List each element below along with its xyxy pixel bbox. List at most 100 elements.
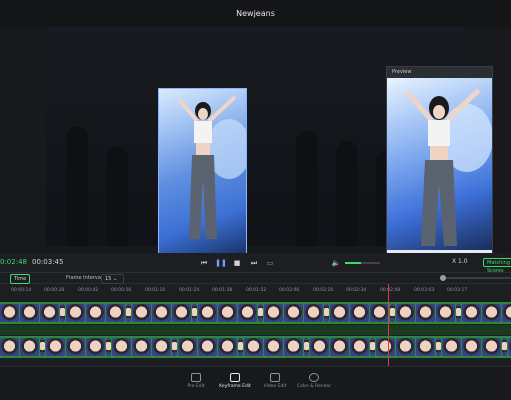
preview-dancer-image: [387, 88, 492, 267]
keyframe-thumbnail[interactable]: [0, 338, 19, 356]
keyframe-thumbnail[interactable]: [462, 338, 481, 356]
keyframe-thumbnail[interactable]: [284, 338, 303, 356]
previous-frame-icon[interactable]: ⏮: [199, 258, 209, 268]
matching-scores-button[interactable]: Matching Scores: [483, 258, 511, 274]
next-frame-icon[interactable]: ⏭: [249, 258, 259, 268]
playhead[interactable]: [388, 284, 389, 366]
keyframe-thumbnail[interactable]: [258, 304, 263, 322]
nav-video-edit[interactable]: Video Edit: [255, 373, 295, 389]
keyframe-thumbnail[interactable]: [66, 338, 85, 356]
keyframe-thumbnail[interactable]: [152, 338, 171, 356]
volume-slider[interactable]: [345, 262, 380, 264]
keyframe-thumbnail[interactable]: [502, 304, 511, 322]
nav-color-render[interactable]: Color & Render: [294, 373, 334, 389]
frame-interval-select[interactable]: 15 ⌄: [101, 274, 124, 284]
timeline-ruler[interactable]: 00:00:14 00:00:28 00:00:42 00:00:56 00:0…: [0, 284, 511, 298]
keyframe-thumbnail[interactable]: [482, 304, 501, 322]
pause-icon[interactable]: ❚❚: [215, 258, 227, 268]
keyframe-thumbnail[interactable]: [370, 338, 375, 356]
timeline-toolbar: Time Frame Interval 15 ⌄: [0, 273, 511, 284]
keyframe-thumbnail[interactable]: [112, 338, 131, 356]
keyframe-thumbnail[interactable]: [350, 304, 369, 322]
keyframe-thumbnail[interactable]: [132, 338, 151, 356]
nav-pre-edit[interactable]: Pre Edit: [176, 373, 216, 389]
keyframe-thumbnail[interactable]: [132, 304, 151, 322]
keyframe-thumbnail[interactable]: [324, 304, 329, 322]
keyframe-thumbnail[interactable]: [502, 338, 507, 356]
keyframe-thumbnail[interactable]: [264, 338, 283, 356]
keyframe-thumbnail[interactable]: [416, 304, 435, 322]
ruler-tick: 00:03:03: [414, 288, 435, 293]
selected-video-frame[interactable]: [158, 88, 247, 274]
pre-edit-icon: [191, 373, 201, 382]
ruler-tick: 00:01:38: [212, 288, 233, 293]
nav-label: Keyframe Edit: [219, 384, 251, 389]
keyframe-thumbnail[interactable]: [218, 304, 237, 322]
keyframe-thumbnail[interactable]: [106, 304, 125, 322]
keyframe-thumbnail[interactable]: [456, 304, 461, 322]
keyframe-thumbnail[interactable]: [390, 304, 395, 322]
volume-icon[interactable]: 🔈: [331, 258, 341, 268]
keyframe-thumbnail[interactable]: [198, 338, 217, 356]
keyframe-thumbnail[interactable]: [46, 338, 65, 356]
preview-panel: Preview: [386, 66, 493, 268]
keyframe-thumbnail[interactable]: [172, 338, 177, 356]
keyframe-thumbnail[interactable]: [482, 338, 501, 356]
ruler-tick: 00:02:20: [313, 288, 334, 293]
keyframe-thumbnail[interactable]: [436, 304, 455, 322]
keyframe-thumbnail[interactable]: [106, 338, 111, 356]
dancer-image: [159, 95, 246, 273]
keyframe-thumbnail[interactable]: [178, 338, 197, 356]
keyframe-thumbnail[interactable]: [376, 338, 395, 356]
playback-speed[interactable]: X 1.0: [452, 258, 468, 265]
ruler-tick: 00:00:28: [44, 288, 65, 293]
keyframe-thumbnail[interactable]: [86, 304, 105, 322]
keyframe-thumbnail[interactable]: [238, 338, 243, 356]
keyframe-thumbnail[interactable]: [350, 338, 369, 356]
keyframe-track-2[interactable]: [0, 336, 511, 358]
title-bar: Newjeans: [0, 0, 511, 27]
keyframe-thumbnail[interactable]: [198, 304, 217, 322]
bottom-navigation: Pre Edit Keyframe Edit Video Edit Color …: [0, 366, 511, 400]
keyframe-thumbnail[interactable]: [330, 304, 349, 322]
keyframe-thumbnail[interactable]: [66, 304, 85, 322]
keyframe-thumbnail[interactable]: [0, 304, 19, 322]
keyframe-thumbnail[interactable]: [60, 304, 65, 322]
timeline-zoom-slider[interactable]: [440, 275, 511, 281]
nav-keyframe-edit[interactable]: Keyframe Edit: [215, 373, 255, 389]
keyframe-thumbnail[interactable]: [442, 338, 461, 356]
keyframe-thumbnail[interactable]: [20, 338, 39, 356]
keyframe-thumbnail[interactable]: [462, 304, 481, 322]
keyframe-thumbnail[interactable]: [126, 304, 131, 322]
keyframe-thumbnail[interactable]: [416, 338, 435, 356]
keyframe-thumbnail[interactable]: [218, 338, 237, 356]
keyframe-thumbnail[interactable]: [20, 304, 39, 322]
track-1-thumbnails: [0, 302, 511, 324]
keyframe-thumbnail[interactable]: [152, 304, 171, 322]
keyframe-track-1[interactable]: [0, 302, 511, 324]
keyframe-thumbnail[interactable]: [264, 304, 283, 322]
time-toggle[interactable]: Time: [10, 274, 31, 284]
keyframe-thumbnail[interactable]: [244, 338, 263, 356]
keyframe-thumbnail[interactable]: [40, 304, 59, 322]
keyframe-thumbnail[interactable]: [284, 304, 303, 322]
ruler-tick: 00:02:34: [346, 288, 367, 293]
loop-icon[interactable]: ▭: [265, 258, 275, 268]
keyframe-thumbnail[interactable]: [172, 304, 191, 322]
stop-icon[interactable]: ■: [232, 258, 242, 268]
keyframe-thumbnail[interactable]: [436, 338, 441, 356]
keyframe-thumbnail[interactable]: [238, 304, 257, 322]
keyframe-thumbnail[interactable]: [192, 304, 197, 322]
keyframe-thumbnail[interactable]: [370, 304, 389, 322]
chevron-down-icon: ⌄: [112, 276, 118, 282]
keyframe-thumbnail[interactable]: [396, 304, 415, 322]
keyframe-thumbnail[interactable]: [304, 304, 323, 322]
keyframe-thumbnail[interactable]: [310, 338, 329, 356]
keyframe-thumbnail[interactable]: [396, 338, 415, 356]
keyframe-thumbnail[interactable]: [330, 338, 349, 356]
keyframe-thumbnail[interactable]: [40, 338, 45, 356]
keyframe-thumbnail[interactable]: [86, 338, 105, 356]
keyframe-thumbnail[interactable]: [304, 338, 309, 356]
nav-label: Color & Render: [296, 384, 332, 389]
preview-image: [387, 78, 492, 267]
